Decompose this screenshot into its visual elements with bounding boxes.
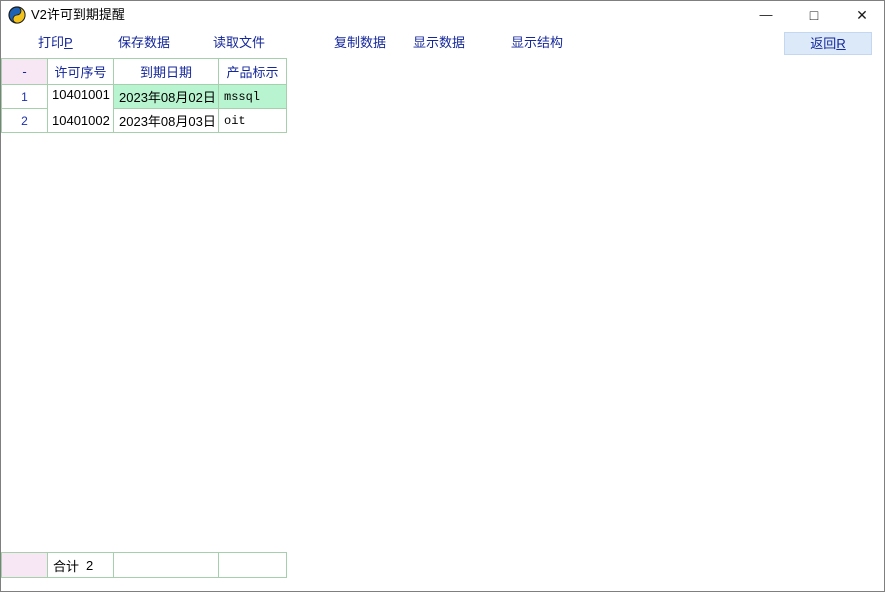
product-cell[interactable]: mssql — [219, 85, 286, 109]
back-button-label: 返回 — [810, 36, 836, 51]
grid-header-serial[interactable]: 许可序号 — [48, 59, 114, 85]
app-window: V2许可到期提醒 — □ ✕ 打印P 保存数据 读取文件 复制数据 显示数据 显… — [0, 0, 885, 592]
summary-corner-cell — [2, 553, 48, 577]
menu-copy-data[interactable]: 复制数据 — [334, 29, 386, 57]
summary-row: 合计 2 — [1, 552, 287, 578]
window-title: V2许可到期提醒 — [31, 1, 125, 29]
grid-header-product[interactable]: 产品标示 — [219, 59, 286, 85]
license-grid: - 许可序号 到期日期 产品标示 1 10401001 2023年08月02日 … — [1, 58, 287, 133]
menu-print-label: 打印 — [38, 35, 64, 50]
row-number-cell[interactable]: 1 — [2, 85, 48, 109]
menu-save-data-label: 保存数据 — [118, 35, 170, 50]
menu-show-data-label: 显示数据 — [413, 35, 465, 50]
grid-header-date[interactable]: 到期日期 — [114, 59, 219, 85]
row-number-cell[interactable]: 2 — [2, 109, 48, 132]
product-cell[interactable]: oit — [219, 109, 286, 132]
summary-total-label: 合计 — [53, 556, 79, 575]
summary-empty-cell — [114, 553, 219, 577]
summary-total-count: 2 — [86, 558, 93, 573]
toolbar: 打印P 保存数据 读取文件 复制数据 显示数据 显示结构 返回R — [1, 29, 884, 57]
menu-print-hotkey: P — [64, 35, 73, 50]
summary-empty-cell — [219, 553, 286, 577]
menu-show-structure[interactable]: 显示结构 — [511, 29, 563, 57]
back-button-hotkey: R — [836, 36, 845, 51]
date-cell[interactable]: 2023年08月03日 — [114, 109, 219, 132]
serial-cell[interactable]: 10401002 — [48, 109, 114, 132]
titlebar: V2许可到期提醒 — □ ✕ — [1, 1, 884, 29]
menu-read-file-label: 读取文件 — [213, 35, 265, 50]
grid-header-dash[interactable]: - — [2, 59, 48, 85]
back-button[interactable]: 返回R — [784, 32, 872, 55]
menu-show-structure-label: 显示结构 — [511, 35, 563, 50]
menu-save-data[interactable]: 保存数据 — [118, 29, 170, 57]
date-cell[interactable]: 2023年08月02日 — [114, 85, 219, 109]
menu-print[interactable]: 打印P — [38, 29, 73, 57]
maximize-button[interactable]: □ — [791, 1, 837, 29]
close-button[interactable]: ✕ — [839, 1, 885, 29]
minimize-button[interactable]: — — [743, 1, 789, 29]
menu-read-file[interactable]: 读取文件 — [213, 29, 265, 57]
serial-cell[interactable]: 10401001 — [48, 85, 114, 109]
app-icon — [8, 6, 26, 24]
menu-show-data[interactable]: 显示数据 — [413, 29, 465, 57]
menu-copy-data-label: 复制数据 — [334, 35, 386, 50]
summary-total-cell: 合计 2 — [48, 553, 114, 577]
